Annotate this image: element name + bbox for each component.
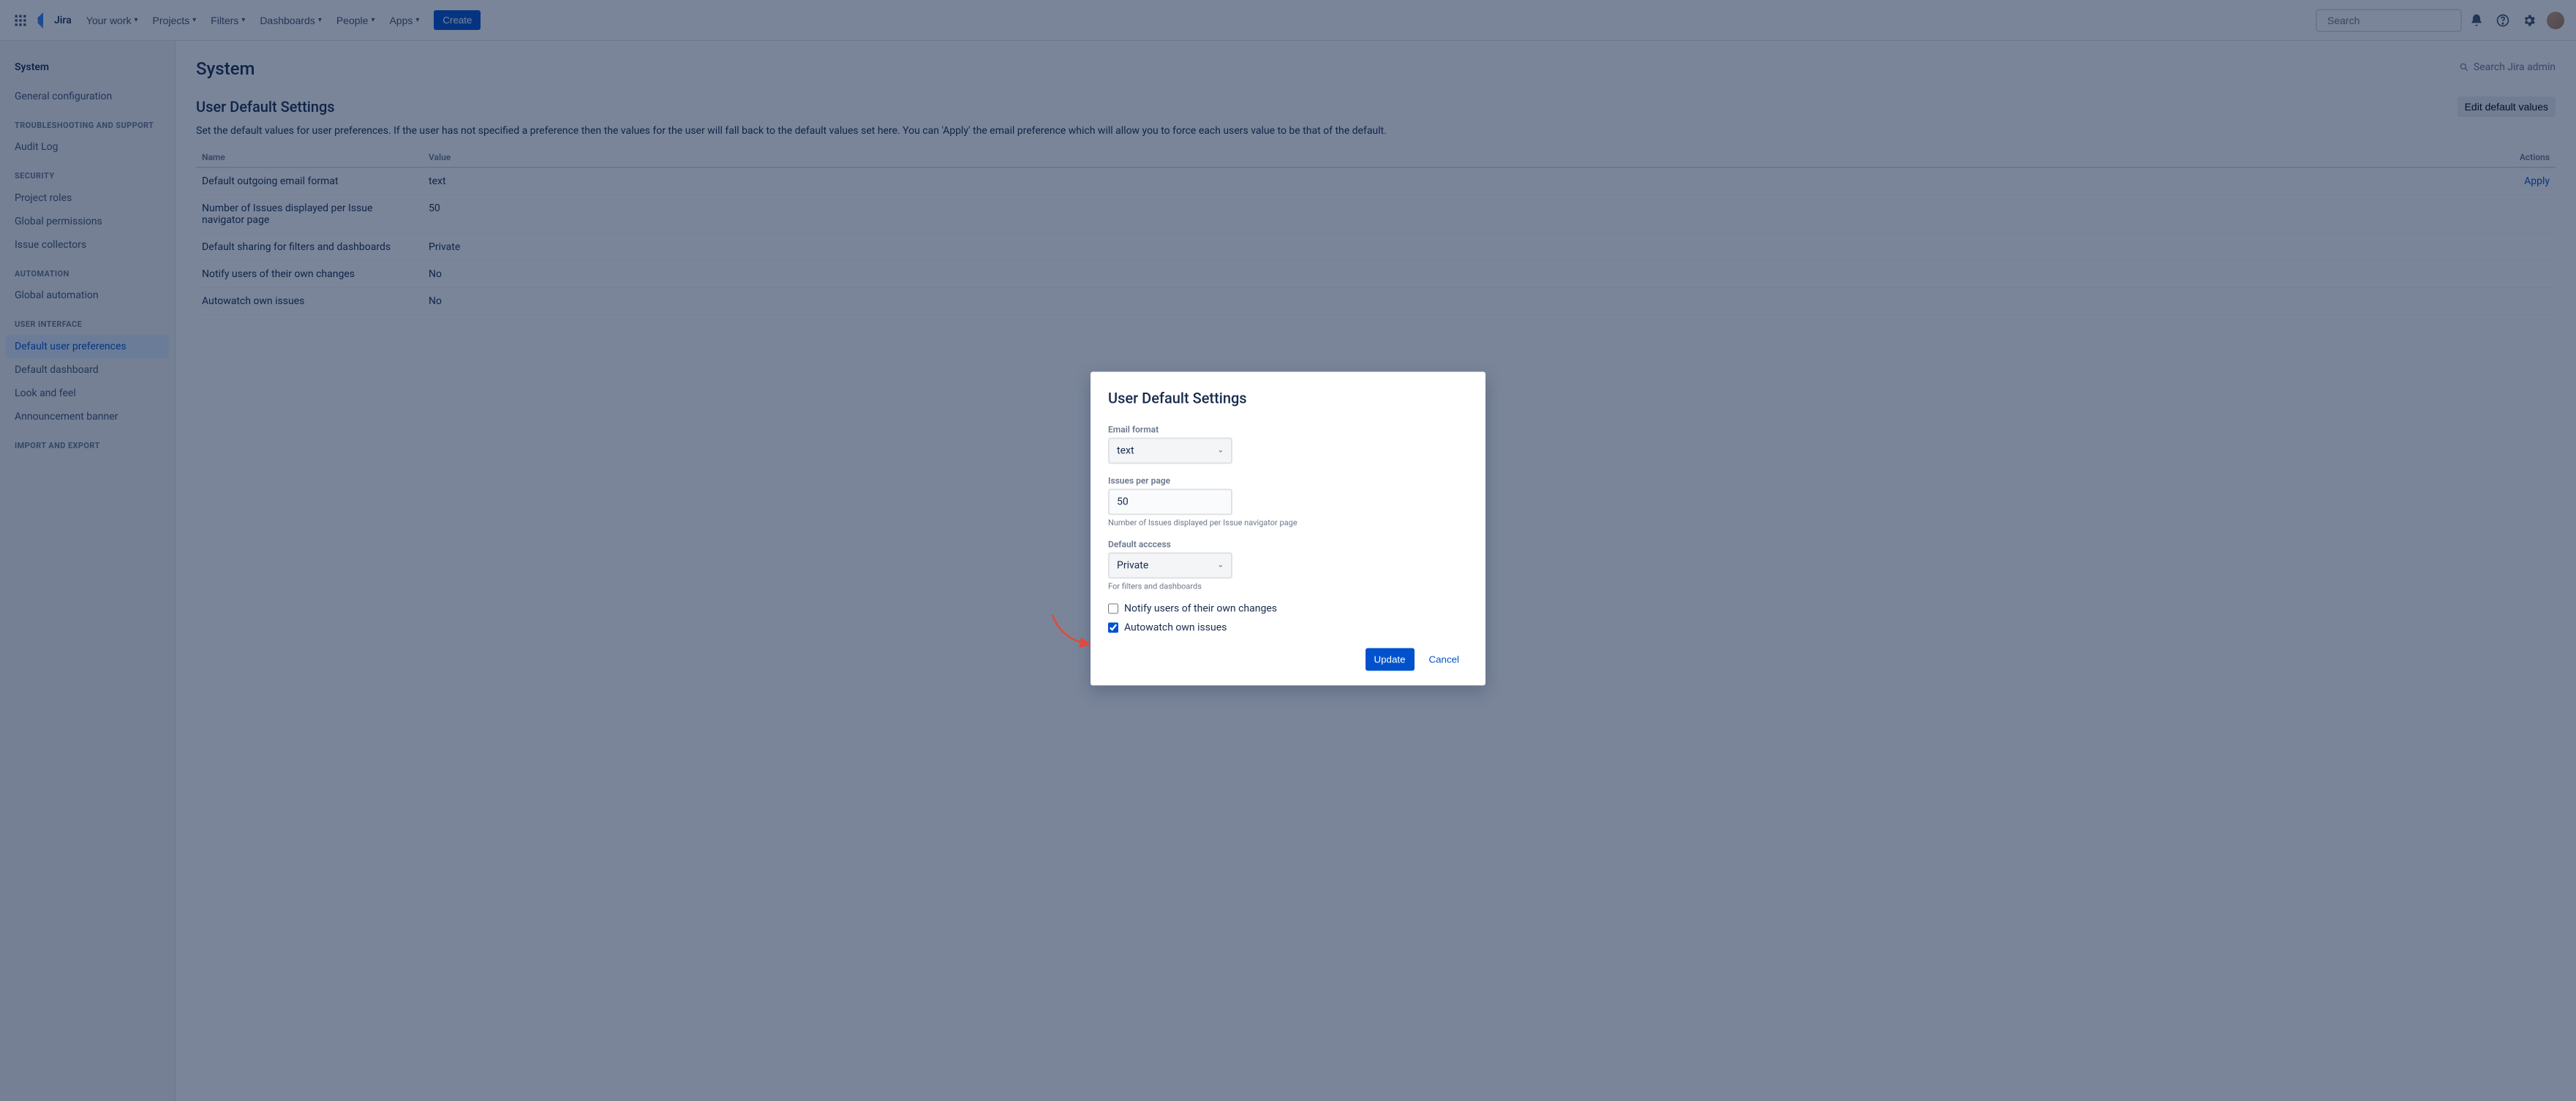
chevron-down-icon: ⌄ (1218, 561, 1224, 570)
issues-per-page-input[interactable]: 50 (1108, 488, 1232, 515)
cancel-button[interactable]: Cancel (1420, 648, 1469, 670)
autowatch-label: Autowatch own issues (1124, 621, 1227, 633)
update-button[interactable]: Update (1366, 648, 1415, 670)
notify-label: Notify users of their own changes (1124, 602, 1277, 614)
autowatch-checkbox-row[interactable]: Autowatch own issues (1108, 621, 1468, 633)
issues-per-page-value: 50 (1117, 496, 1129, 507)
email-format-value: text (1117, 444, 1134, 456)
default-access-help: For filters and dashboards (1108, 581, 1468, 591)
issues-per-page-label: Issues per page (1108, 475, 1468, 485)
default-access-select[interactable]: Private ⌄ (1108, 552, 1232, 578)
notify-checkbox[interactable] (1108, 603, 1118, 613)
chevron-down-icon: ⌄ (1218, 447, 1224, 455)
default-access-value: Private (1117, 559, 1148, 571)
autowatch-checkbox[interactable] (1108, 622, 1118, 632)
email-format-label: Email format (1108, 424, 1468, 434)
email-format-select[interactable]: text ⌄ (1108, 437, 1232, 464)
default-access-label: Default acccess (1108, 539, 1468, 549)
user-default-settings-dialog: User Default Settings Email format text … (1091, 371, 1485, 685)
issues-per-page-help: Number of Issues displayed per Issue nav… (1108, 518, 1468, 527)
dialog-title: User Default Settings (1108, 389, 1468, 406)
notify-checkbox-row[interactable]: Notify users of their own changes (1108, 602, 1468, 614)
